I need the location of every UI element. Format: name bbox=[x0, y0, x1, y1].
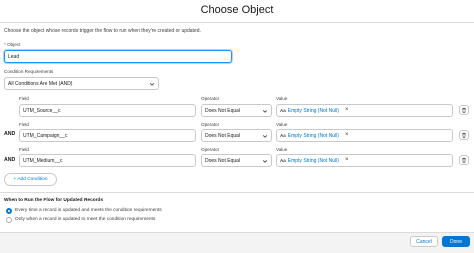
value-column-label: Value bbox=[276, 96, 288, 101]
delete-condition-1-button[interactable] bbox=[459, 105, 469, 115]
done-button[interactable]: Done bbox=[442, 236, 470, 247]
condition-1-value-pill: Empty String (Not Null) bbox=[287, 107, 339, 114]
radio-only-when-label[interactable]: Only when a record is updated to meet th… bbox=[15, 217, 155, 222]
condition-1-value[interactable]: Aa Empty String (Not Null) bbox=[276, 104, 453, 117]
field-column-label: Field bbox=[19, 147, 29, 152]
required-mark: * bbox=[4, 42, 6, 47]
text-type-icon: Aa bbox=[280, 108, 286, 113]
condition-2-operator[interactable]: Does Not Equal bbox=[201, 129, 272, 142]
chevron-down-icon bbox=[149, 82, 155, 86]
condition-3-field[interactable]: UTM_Medium__c bbox=[19, 154, 196, 167]
condition-requirements-value: All Conditions Are Met (AND) bbox=[8, 80, 73, 87]
operator-column-label: Operator bbox=[201, 122, 220, 127]
condition-3-value-pill: Empty String (Not Null) bbox=[287, 157, 339, 164]
condition-2-value[interactable]: Aa Empty String (Not Null) bbox=[276, 129, 453, 142]
radio-every-time[interactable] bbox=[6, 208, 12, 214]
and-connector: AND bbox=[4, 131, 16, 137]
chevron-down-icon bbox=[262, 109, 268, 113]
remove-value-icon[interactable]: × bbox=[345, 157, 349, 163]
modal-footer bbox=[0, 232, 474, 253]
condition-2-value-pill: Empty String (Not Null) bbox=[287, 132, 339, 139]
text-type-icon: Aa bbox=[280, 158, 286, 163]
delete-condition-3-button[interactable] bbox=[459, 155, 469, 165]
chevron-down-icon bbox=[262, 134, 268, 138]
field-column-label: Field bbox=[19, 96, 29, 101]
and-connector: AND bbox=[4, 157, 16, 163]
trash-icon bbox=[462, 157, 466, 163]
modal-header: Choose Object bbox=[0, 0, 474, 23]
remove-value-icon[interactable]: × bbox=[345, 132, 349, 138]
object-label: * Object bbox=[4, 42, 21, 47]
remove-value-icon[interactable]: × bbox=[345, 107, 349, 113]
condition-1-operator[interactable]: Does Not Equal bbox=[201, 104, 272, 117]
operator-column-label: Operator bbox=[201, 147, 220, 152]
condition-requirements-label: Condition Requirements bbox=[4, 69, 54, 74]
radio-every-time-label[interactable]: Every time a record is updated and meets… bbox=[15, 208, 162, 213]
modal-description: Choose the object whose records trigger … bbox=[4, 28, 201, 34]
condition-2-field[interactable]: UTM_Campaign__c bbox=[19, 129, 196, 142]
chevron-down-icon bbox=[262, 159, 268, 163]
cancel-button[interactable]: Cancel bbox=[410, 236, 438, 247]
delete-condition-2-button[interactable] bbox=[459, 130, 469, 140]
text-type-icon: Aa bbox=[280, 133, 286, 138]
object-value: Lead bbox=[8, 53, 20, 60]
section-divider bbox=[0, 192, 474, 193]
radio-only-when[interactable] bbox=[6, 217, 12, 223]
condition-3-operator[interactable]: Does Not Equal bbox=[201, 154, 272, 167]
value-column-label: Value bbox=[276, 122, 288, 127]
trash-icon bbox=[462, 107, 466, 113]
condition-3-value[interactable]: Aa Empty String (Not Null) bbox=[276, 154, 453, 167]
run-when-heading: When to Run the Flow for Updated Records bbox=[4, 198, 104, 203]
add-condition-button[interactable]: + Add Condition bbox=[4, 173, 57, 186]
value-column-label: Value bbox=[276, 147, 288, 152]
operator-column-label: Operator bbox=[201, 96, 220, 101]
condition-1-field[interactable]: UTM_Source__c bbox=[19, 104, 196, 117]
condition-requirements-select[interactable]: All Conditions Are Met (AND) bbox=[4, 77, 159, 90]
trash-icon bbox=[462, 132, 466, 138]
field-column-label: Field bbox=[19, 122, 29, 127]
modal-title: Choose Object bbox=[200, 4, 274, 16]
object-input[interactable]: Lead bbox=[4, 50, 232, 63]
